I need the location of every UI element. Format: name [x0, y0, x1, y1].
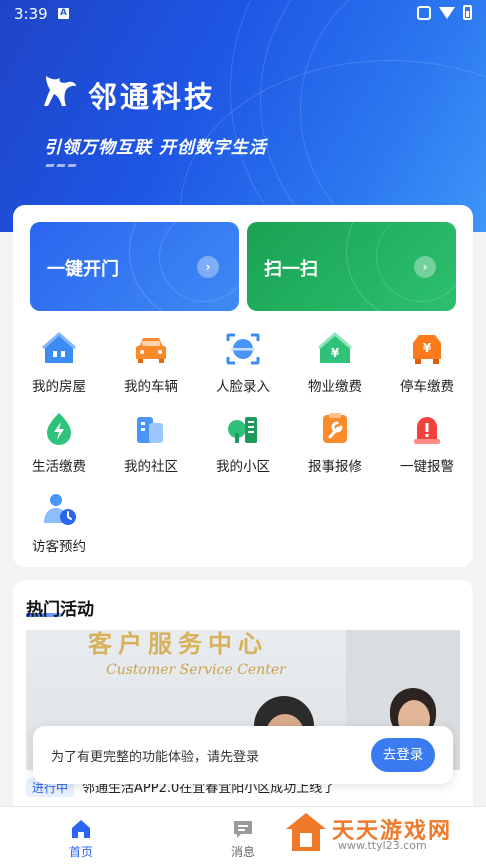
- service-label: 访客预约: [32, 539, 86, 555]
- property-fee-icon: ¥: [318, 332, 352, 363]
- community-icon: [137, 417, 163, 443]
- service-label: 我的车辆: [124, 379, 178, 395]
- watermark-logo-icon: [286, 813, 326, 851]
- alarm-icon: [414, 417, 440, 444]
- login-button[interactable]: 去登录: [371, 738, 435, 772]
- service-label: 一键报警: [400, 459, 454, 475]
- car-icon: [136, 338, 166, 363]
- service-label: 我的社区: [124, 459, 178, 475]
- utility-fee-icon: [47, 413, 71, 445]
- wifi-icon: [439, 6, 455, 19]
- service-label: 物业缴费: [308, 379, 362, 395]
- login-prompt: 为了有更完整的功能体验，请先登录 去登录: [33, 726, 453, 784]
- neighborhood-icon: [228, 417, 257, 443]
- service-label: 停车缴费: [400, 379, 454, 395]
- service-label: 我的房屋: [32, 379, 86, 395]
- site-watermark: 天天游戏网 www.ttyl23.com: [284, 811, 480, 857]
- tab-label: 首页: [68, 845, 93, 859]
- service-alarm[interactable]: 一键报警: [381, 411, 473, 483]
- svg-text:¥: ¥: [423, 341, 432, 355]
- notification-icon: A: [58, 8, 69, 19]
- photo-sign-cn: 客户服务中心: [88, 630, 268, 658]
- home-icon: [72, 820, 90, 838]
- open-door-button[interactable]: 一键开门 ›: [30, 222, 239, 311]
- status-bar: 3:39 A: [0, 0, 486, 28]
- service-parking-fee[interactable]: ¥ 停车缴费: [381, 331, 473, 403]
- services-card: 一键开门 › 扫一扫 › 我的房屋 我的车辆 人脸录入 ¥ 物业缴费 ¥ 停车缴…: [13, 205, 473, 567]
- header-banner: 3:39 A 邻通科技 引领万物互联 开创数字生活: [0, 0, 486, 232]
- service-my-car[interactable]: 我的车辆: [105, 331, 197, 403]
- watermark-url: www.ttyl23.com: [338, 839, 427, 852]
- service-visitor[interactable]: 访客预约: [13, 491, 105, 563]
- service-label: 报事报修: [308, 459, 362, 475]
- service-label: 生活缴费: [32, 459, 86, 475]
- service-my-community[interactable]: 我的社区: [105, 411, 197, 483]
- activities-title: 热门活动: [26, 600, 94, 620]
- login-message: 为了有更完整的功能体验，请先登录: [51, 750, 260, 765]
- service-my-neighborhood[interactable]: 我的小区: [197, 411, 289, 483]
- status-time: 3:39: [14, 5, 48, 23]
- service-label: 我的小区: [216, 459, 270, 475]
- chevron-right-icon: ›: [414, 256, 436, 278]
- chevron-right-icon: ›: [197, 256, 219, 278]
- service-utility-fee[interactable]: 生活缴费: [13, 411, 105, 483]
- photo-sign-en: Customer Service Center: [106, 662, 286, 678]
- tab-home[interactable]: 首页: [0, 807, 162, 865]
- activities-card: 热门活动 客户服务中心 Customer Service Center 进行中邻…: [13, 580, 473, 820]
- open-door-label: 一键开门: [47, 259, 119, 280]
- slogan-decoration: [45, 164, 77, 167]
- vibrate-icon: [417, 5, 431, 20]
- slogan: 引领万物互联 开创数字生活: [44, 138, 267, 158]
- service-label: 人脸录入: [216, 379, 270, 395]
- house-icon: [42, 332, 76, 363]
- service-property-fee[interactable]: ¥ 物业缴费: [289, 331, 381, 403]
- battery-icon: [463, 5, 472, 20]
- face-scan-icon: [226, 333, 260, 365]
- repair-icon: [323, 413, 347, 443]
- scan-label: 扫一扫: [264, 259, 318, 280]
- service-my-house[interactable]: 我的房屋: [13, 331, 105, 403]
- service-repair[interactable]: 报事报修: [289, 411, 381, 483]
- scan-button[interactable]: 扫一扫 ›: [247, 222, 456, 311]
- brand-name: 邻通科技: [88, 80, 217, 114]
- svg-text:¥: ¥: [331, 346, 340, 360]
- service-face-entry[interactable]: 人脸录入: [197, 331, 289, 403]
- deer-logo-icon: [44, 76, 76, 106]
- visitor-icon: [44, 494, 76, 525]
- parking-fee-icon: ¥: [413, 335, 441, 364]
- message-icon: [234, 821, 252, 838]
